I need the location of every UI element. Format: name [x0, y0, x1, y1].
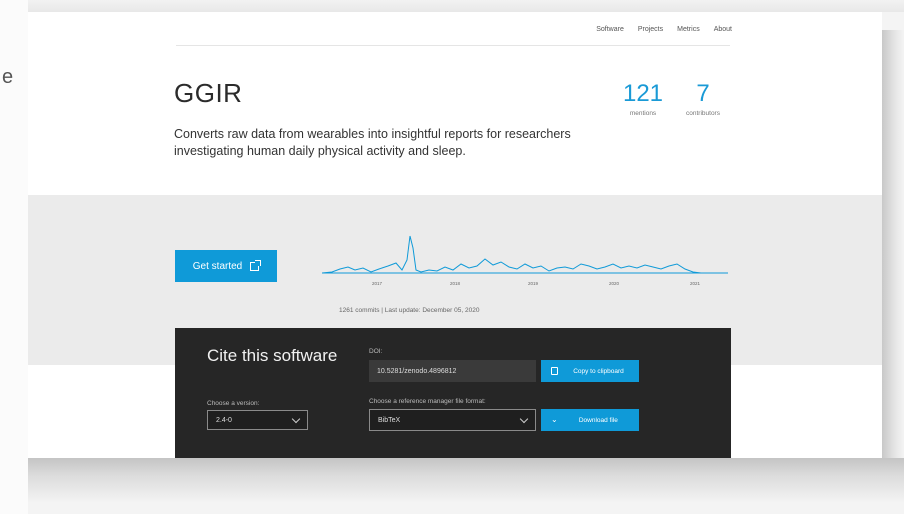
nav-divider: [176, 45, 730, 46]
copy-label: Copy to clipboard: [573, 367, 624, 375]
nav-software[interactable]: Software: [596, 26, 624, 33]
nav-about[interactable]: About: [714, 26, 732, 33]
hero-section: Software Projects Metrics About GGIR Con…: [28, 12, 882, 195]
left-page-strip: e: [0, 0, 28, 514]
mentions-stat: 121 mentions: [616, 80, 670, 117]
year-label-2020: 2020: [609, 281, 620, 286]
copy-icon: [551, 367, 558, 375]
format-select[interactable]: BibTeX: [369, 409, 536, 431]
version-label: Choose a version:: [207, 400, 260, 407]
cite-panel: Cite this software DOI: 10.5281/zenodo.4…: [175, 328, 731, 458]
version-select[interactable]: 2.4-0: [207, 410, 308, 430]
year-label-2019: 2019: [528, 281, 539, 286]
doi-label: DOI:: [369, 348, 383, 355]
nav-projects[interactable]: Projects: [638, 26, 663, 33]
year-label-2021: 2021: [690, 281, 701, 286]
year-label-2017: 2017: [372, 281, 383, 286]
download-file-button[interactable]: ⌄ Download file: [541, 409, 639, 431]
commit-activity-line: [322, 235, 728, 274]
contributors-stat: 7 contributors: [680, 80, 726, 117]
window-top-edge: [0, 0, 904, 12]
top-nav: Software Projects Metrics About: [596, 26, 732, 33]
external-link-icon: [250, 259, 262, 271]
frame-shadow-right: [882, 30, 904, 460]
software-description: Converts raw data from wearables into in…: [174, 127, 571, 158]
edge-glyph: e: [2, 66, 14, 88]
contributors-count: 7: [696, 80, 710, 107]
nav-metrics[interactable]: Metrics: [677, 26, 700, 33]
mentions-count: 121: [622, 80, 664, 107]
commit-summary: 1261 commits | Last update: December 05,…: [339, 307, 480, 314]
cite-title: Cite this software: [207, 346, 338, 365]
doi-value: 10.5281/zenodo.4896812: [377, 367, 457, 375]
copy-to-clipboard-button[interactable]: Copy to clipboard: [541, 360, 639, 382]
format-value: BibTeX: [378, 416, 401, 424]
mentions-label: mentions: [629, 110, 657, 117]
doi-field[interactable]: 10.5281/zenodo.4896812: [369, 360, 536, 382]
chevron-down-icon: [291, 414, 301, 423]
year-label-2018: 2018: [450, 281, 461, 286]
page-title: GGIR: [174, 78, 243, 108]
frame-shadow-bottom: [28, 458, 904, 503]
contributors-label: contributors: [686, 110, 720, 117]
download-icon: ⌄: [551, 415, 558, 424]
version-value: 2.4-0: [216, 416, 232, 424]
get-started-label: Get started: [192, 260, 243, 272]
get-started-button[interactable]: Get started: [175, 250, 277, 282]
commit-activity-chart: 2017 2018 2019 2020 2021: [322, 235, 728, 286]
chevron-down-icon: [519, 414, 529, 423]
software-page: Software Projects Metrics About GGIR Con…: [28, 12, 882, 458]
download-label: Download file: [578, 416, 618, 424]
format-label: Choose a reference manager file format:: [369, 398, 486, 405]
